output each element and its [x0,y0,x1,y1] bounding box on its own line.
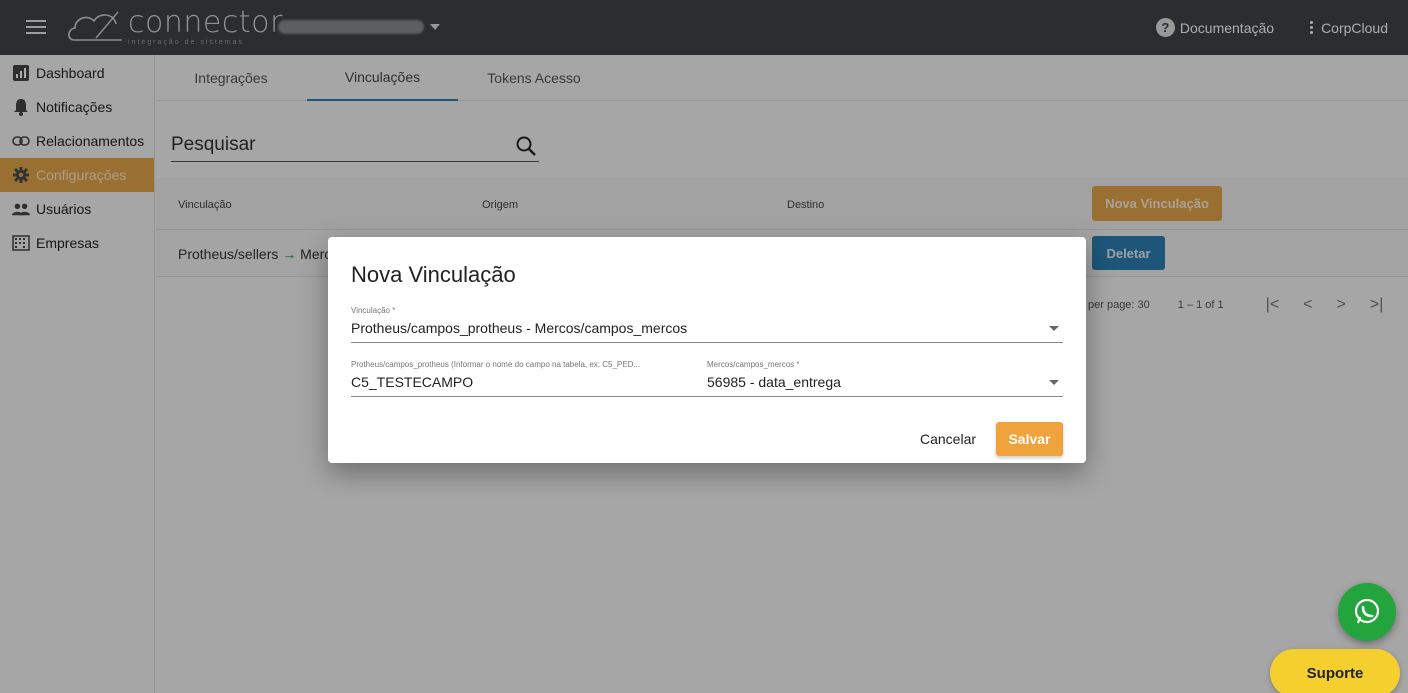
dialog-title: Nova Vinculação [351,262,516,287]
caret-down-icon [1049,380,1059,385]
destination-field-label: Mercos/campos_mercos * [707,360,800,369]
vinculacao-select[interactable]: Vinculação * Protheus/campos_protheus - … [351,306,1063,343]
destination-field-select[interactable]: Mercos/campos_mercos * 56985 - data_entr… [703,360,1063,397]
origin-field-input[interactable]: Protheus/campos_protheus (Informar o nom… [351,360,703,397]
destination-field-value: 56985 - data_entrega [707,374,841,390]
vinculacao-value: Protheus/campos_protheus - Mercos/campos… [351,320,688,336]
whatsapp-button[interactable] [1338,583,1396,641]
origin-field-label: Protheus/campos_protheus (Informar o nom… [351,360,641,369]
cancel-button[interactable]: Cancelar [920,431,976,447]
caret-down-icon [1049,326,1059,331]
whatsapp-icon [1354,598,1380,624]
origin-field-value: C5_TESTECAMPO [351,374,474,390]
nova-vinculacao-dialog: Nova Vinculação Vinculação * Protheus/ca… [328,237,1086,463]
save-button[interactable]: Salvar [996,422,1063,456]
support-button[interactable]: Suporte [1270,649,1400,693]
vinculacao-label: Vinculação * [351,306,396,315]
